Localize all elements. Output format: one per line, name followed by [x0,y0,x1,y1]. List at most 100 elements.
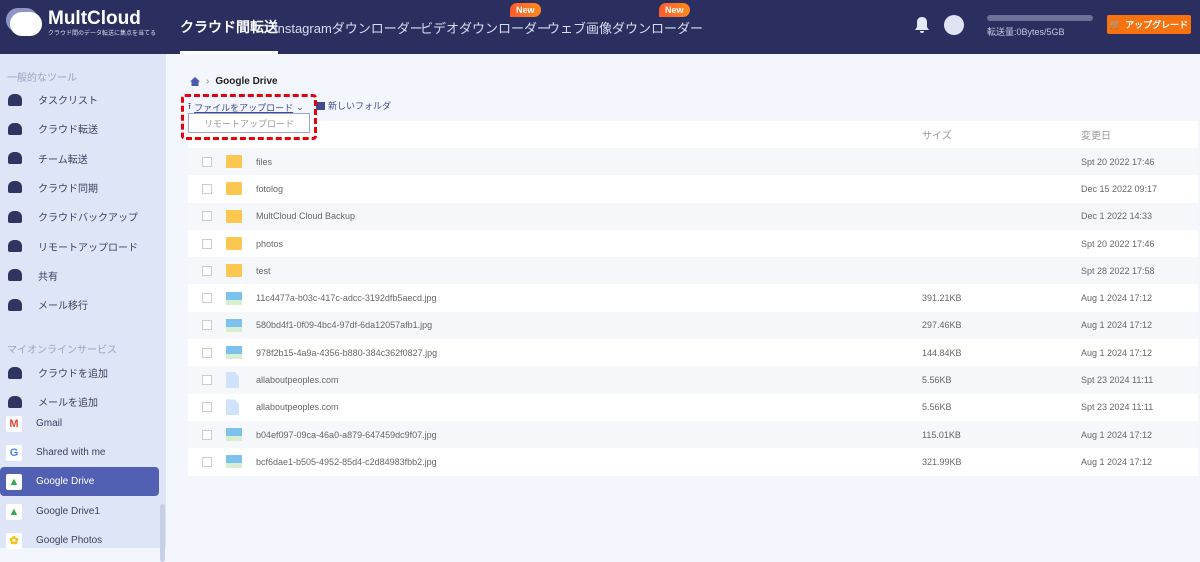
file-name[interactable]: bcf6dae1-b505-4952-85d4-c2d84983fbb2.jpg [256,457,437,467]
file-date: Spt 20 2022 17:46 [1081,156,1155,167]
file-name[interactable]: fotolog [256,184,283,194]
sidebar-item-service[interactable]: G Shared with me [0,438,159,467]
sidebar-item-service[interactable]: ▲ Google Drive1 [0,497,159,526]
file-name[interactable]: allaboutpeoples.com [256,402,339,412]
sidebar-item-tool[interactable]: 共有 [0,261,159,290]
table-row[interactable]: allaboutpeoples.com 5.56KB Spt 23 2024 11:… [188,394,1198,421]
bell-icon[interactable] [914,16,930,34]
file-icon [226,399,239,416]
file-date: Spt 23 2024 11:11 [1081,375,1154,386]
usage-meter: 転送量:0Bytes/5GB [987,15,1093,38]
avatar[interactable] [944,15,964,35]
service-icon: G [6,444,22,461]
sidebar-scrollbar[interactable] [160,504,165,562]
sidebar-item-tool[interactable]: クラウド転送 [0,114,159,143]
usage-bar [987,15,1093,21]
file-name[interactable]: 978f2b15-4a9a-4356-b880-384c362f0827.jpg [256,348,437,358]
row-checkbox[interactable] [202,402,212,413]
image-file-icon [226,455,242,469]
nav-label: Instagramダウンローダー [274,20,423,36]
row-checkbox[interactable] [202,265,212,276]
breadcrumb: › Google Drive [190,76,278,87]
sidebar-item-tool[interactable]: メール移行 [0,290,159,319]
file-name[interactable]: 11c4477a-b03c-417c-adcc-3192dfb5aecd.jpg [256,293,436,303]
sidebar-item-service[interactable]: クラウドを追加 [0,358,159,387]
table-row[interactable]: bcf6dae1-b505-4952-85d4-c2d84983fbb2.jpg… [188,448,1198,475]
table-row[interactable]: b04ef097-09ca-46a0-a879-647459dc9f07.jpg… [188,420,1198,449]
row-checkbox[interactable] [202,293,212,304]
file-date: Dec 15 2022 09:17 [1081,183,1158,194]
sidebar-item-tool[interactable]: リモートアップロード [0,232,159,261]
sidebar-item-label: リモートアップロード [38,242,138,254]
sidebar-item-label: タスクリスト [38,96,98,107]
file-size: 144.84KB [922,347,962,358]
file-name[interactable]: allaboutpeoples.com [256,375,339,385]
table-row[interactable]: 580bd4f1-0f09-4bc4-97df-6da12057afb1.jpg… [188,311,1198,340]
table-row[interactable]: photos Spt 20 2022 17:46 [188,230,1198,257]
file-size: 5.56KB [922,402,952,413]
row-checkbox[interactable] [202,211,212,222]
table-row[interactable]: 11c4477a-b03c-417c-adcc-3192dfb5aecd.jpg… [188,284,1198,311]
row-checkbox[interactable] [202,347,212,358]
folder-icon [226,237,242,251]
sidebar-item-service[interactable]: ▲ Google Drive [0,467,159,496]
row-checkbox[interactable] [202,320,212,331]
file-date: Aug 1 2024 17:12 [1081,456,1153,467]
tool-icon [8,210,22,223]
file-size: 5.56KB [922,375,952,386]
table-row[interactable]: test Spt 28 2022 17:58 [188,257,1198,285]
sidebar-item-tool[interactable]: タスクリスト [0,85,159,114]
file-date: Aug 1 2024 17:12 [1081,293,1153,304]
highlight-annotation [181,94,317,140]
section-heading: マイオンラインサービス [7,345,117,356]
sidebar-item-label: メール移行 [38,301,88,313]
tool-icon [8,269,22,282]
file-name[interactable]: files [256,157,272,167]
home-icon[interactable] [190,77,200,86]
nav-instagram-downloader[interactable]: Instagramダウンローダー [274,0,423,54]
column-date[interactable]: 変更日 [1081,127,1111,142]
file-date: Spt 20 2022 17:46 [1081,238,1155,249]
file-date: Aug 1 2024 17:12 [1081,320,1153,331]
file-browser: › Google Drive ⭱ ファイルをアップロード ⌄ 新しいフォルダ サイズ… [181,54,1200,548]
file-table: サイズ 変更日 files Spt 20 2022 17:46 fotolog Dec… [188,121,1198,476]
file-name[interactable]: MultCloud Cloud Backup [256,211,355,221]
sidebar-item-label: Gmail [36,418,63,429]
file-date: Spt 23 2024 11:11 [1081,402,1154,413]
sidebar-item-label: Google Photos [36,535,103,546]
logo-subtitle: クラウド間のデータ転送に集点を当てる [48,31,157,37]
file-name[interactable]: 580bd4f1-0f09-4bc4-97df-6da12057afb1.jpg [256,320,432,330]
breadcrumb-current[interactable]: Google Drive [215,76,277,87]
file-name[interactable]: photos [256,239,283,249]
file-name[interactable]: b04ef097-09ca-46a0-a879-647459dc9f07.jpg [256,430,437,440]
tool-icon [8,298,22,311]
tool-icon [8,152,22,165]
new-folder-button[interactable]: 新しいフォルダ [316,99,391,112]
table-row[interactable]: files Spt 20 2022 17:46 [188,148,1198,176]
tool-icon [8,93,22,106]
nav-cloud-transfer[interactable]: クラウド間転送 [180,0,278,54]
logo[interactable]: MultCloud クラウド間のデータ転送に集点を当てる [10,9,157,37]
nav-label: ビデオダウンローダー [420,20,551,36]
row-checkbox[interactable] [202,375,212,386]
nav-label: クラウド間転送 [180,19,278,35]
sidebar-item-label: Shared with me [36,447,106,458]
row-checkbox[interactable] [202,456,212,467]
add-icon [8,395,22,408]
column-size[interactable]: サイズ [922,127,952,142]
sidebar-item-service[interactable]: M Gmail [0,409,159,438]
upgrade-button[interactable]: 🛒 アップグレード [1107,15,1191,34]
file-name[interactable]: test [256,266,271,276]
table-row[interactable]: fotolog Dec 15 2022 09:17 [188,175,1198,202]
sidebar-item-tool[interactable]: チーム転送 [0,144,159,173]
row-checkbox[interactable] [202,156,212,167]
table-row[interactable]: MultCloud Cloud Backup Dec 1 2022 14:33 [188,202,1198,230]
table-row[interactable]: 978f2b15-4a9a-4356-b880-384c362f0827.jpg… [188,339,1198,366]
row-checkbox[interactable] [202,183,212,194]
sidebar-item-tool[interactable]: クラウド同期 [0,173,159,202]
sidebar-item-tool[interactable]: クラウドバックアップ [0,202,159,231]
row-checkbox[interactable] [202,429,212,440]
sidebar-item-service[interactable]: ✿ Google Photos [0,526,159,555]
row-checkbox[interactable] [202,238,212,249]
table-row[interactable]: allaboutpeoples.com 5.56KB Spt 23 2024 11:… [188,366,1198,394]
